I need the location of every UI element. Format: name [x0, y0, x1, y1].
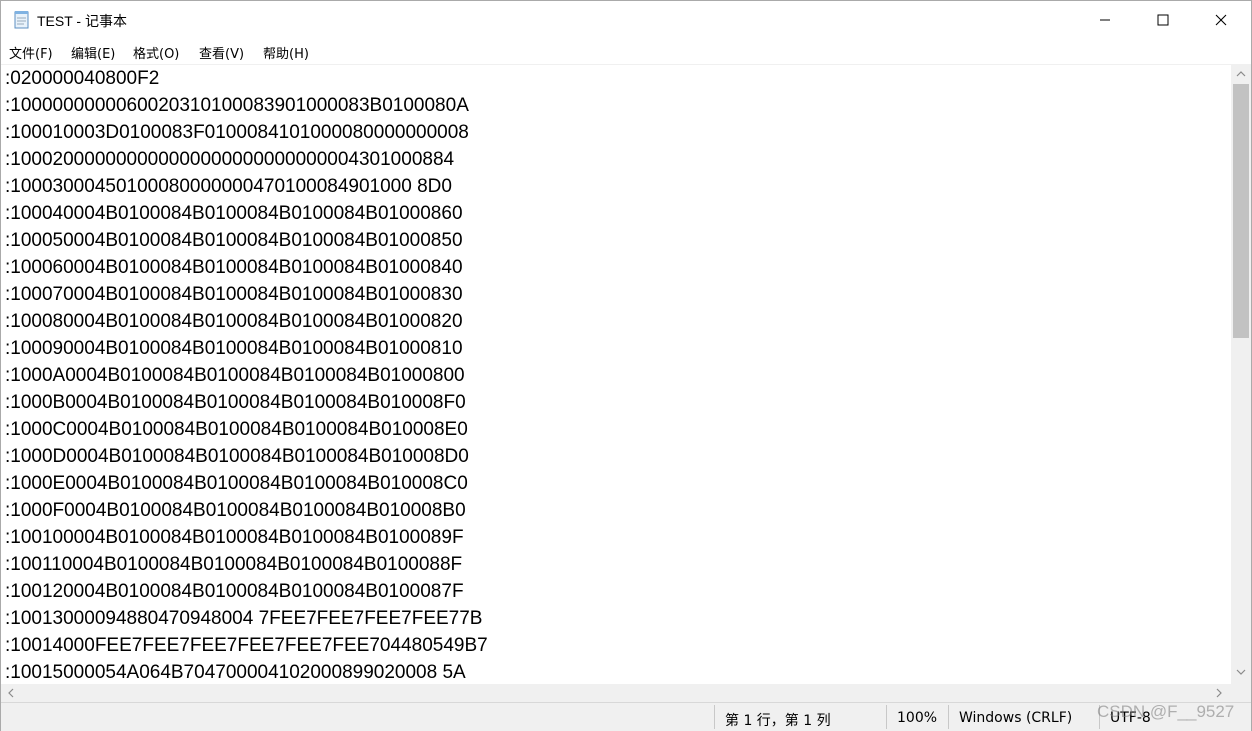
- text-line: :100020000000000000000000000000004301000…: [5, 149, 455, 170]
- text-line: :10014000FEE7FEE7FEE7FEE7FEE7FEE70448054…: [5, 635, 488, 656]
- text-line: :100120004B0100084B0100084B0100084B01000…: [5, 581, 464, 602]
- menu-edit[interactable]: 编辑(E): [71, 43, 115, 62]
- text-line: :10003000450100080000000470100084901000 …: [5, 176, 452, 197]
- text-line: :10015000054A064B70470000410200089902000…: [5, 662, 466, 683]
- horizontal-scrollbar[interactable]: [1, 684, 1231, 702]
- close-button[interactable]: [1192, 1, 1250, 39]
- text-line: :1000D0004B0100084B0100084B0100084B01000…: [5, 446, 469, 467]
- text-line: :1000C0004B0100084B0100084B0100084B01000…: [5, 419, 468, 440]
- notepad-app-icon: [14, 11, 29, 29]
- text-line: :100040004B0100084B0100084B0100084B01000…: [5, 203, 463, 224]
- status-separator: [714, 705, 715, 729]
- status-separator: [886, 705, 887, 729]
- scrollbar-corner: [1231, 684, 1251, 702]
- text-line: :1000E0004B0100084B0100084B0100084B01000…: [5, 473, 468, 494]
- text-line: :100070004B0100084B0100084B0100084B01000…: [5, 284, 463, 305]
- menu-file[interactable]: 文件(F): [9, 43, 53, 62]
- scroll-right-arrow-icon[interactable]: [1215, 688, 1223, 698]
- text-line: :100010003D0100083F010008410100008000000…: [5, 122, 469, 143]
- text-line: :100110004B0100084B0100084B0100084B01000…: [5, 554, 463, 575]
- text-line: :020000040800F2: [5, 68, 160, 89]
- vertical-scrollbar[interactable]: [1231, 64, 1251, 684]
- maximize-icon: [1157, 14, 1169, 26]
- text-line: :100090004B0100084B0100084B0100084B01000…: [5, 338, 463, 359]
- text-line: :1000F0004B0100084B0100084B0100084B01000…: [5, 500, 466, 521]
- minimize-button[interactable]: [1076, 1, 1134, 39]
- text-line: :100060004B0100084B0100084B0100084B01000…: [5, 257, 463, 278]
- menu-bar: 文件(F) 编辑(E) 格式(O) 查看(V) 帮助(H): [1, 39, 1251, 63]
- text-line: :100100004B0100084B0100084B0100084B01000…: [5, 527, 464, 548]
- text-editor-area[interactable]: :020000040800F2 :10000000000600203101000…: [1, 64, 1231, 685]
- menu-view[interactable]: 查看(V): [199, 43, 244, 62]
- menu-format[interactable]: 格式(O): [133, 43, 179, 62]
- menu-help[interactable]: 帮助(H): [263, 43, 309, 62]
- text-line: :1000000000060020310100083901000083B0100…: [5, 95, 469, 116]
- text-line: :10013000094880470948004 7FEE7FEE7FEE7FE…: [5, 608, 483, 629]
- close-icon: [1215, 14, 1227, 26]
- title-bar[interactable]: TEST - 记事本: [1, 1, 1251, 39]
- minimize-icon: [1100, 19, 1110, 21]
- scroll-up-arrow-icon[interactable]: [1236, 70, 1246, 78]
- watermark: CSDN @F__9527: [1097, 702, 1235, 721]
- text-line: :100080004B0100084B0100084B0100084B01000…: [5, 311, 463, 332]
- maximize-button[interactable]: [1134, 1, 1192, 39]
- status-bar: 第 1 行，第 1 列 100% Windows (CRLF) UTF-8: [1, 702, 1251, 731]
- scroll-down-arrow-icon[interactable]: [1236, 668, 1246, 676]
- zoom-level: 100%: [897, 710, 938, 726]
- text-line: :100050004B0100084B0100084B0100084B01000…: [5, 230, 463, 251]
- cursor-position: 第 1 行，第 1 列: [725, 713, 831, 729]
- notepad-window: TEST - 记事本 文件(F) 编辑(E) 格式(O) 查看(V) 帮助(H)…: [0, 0, 1252, 731]
- line-ending: Windows (CRLF): [959, 710, 1073, 726]
- vertical-scroll-thumb[interactable]: [1233, 84, 1249, 338]
- window-title: TEST - 记事本: [37, 13, 127, 29]
- scroll-left-arrow-icon[interactable]: [7, 688, 15, 698]
- status-separator: [948, 705, 949, 729]
- text-line: :1000A0004B0100084B0100084B0100084B01000…: [5, 365, 465, 386]
- text-line: :1000B0004B0100084B0100084B0100084B01000…: [5, 392, 466, 413]
